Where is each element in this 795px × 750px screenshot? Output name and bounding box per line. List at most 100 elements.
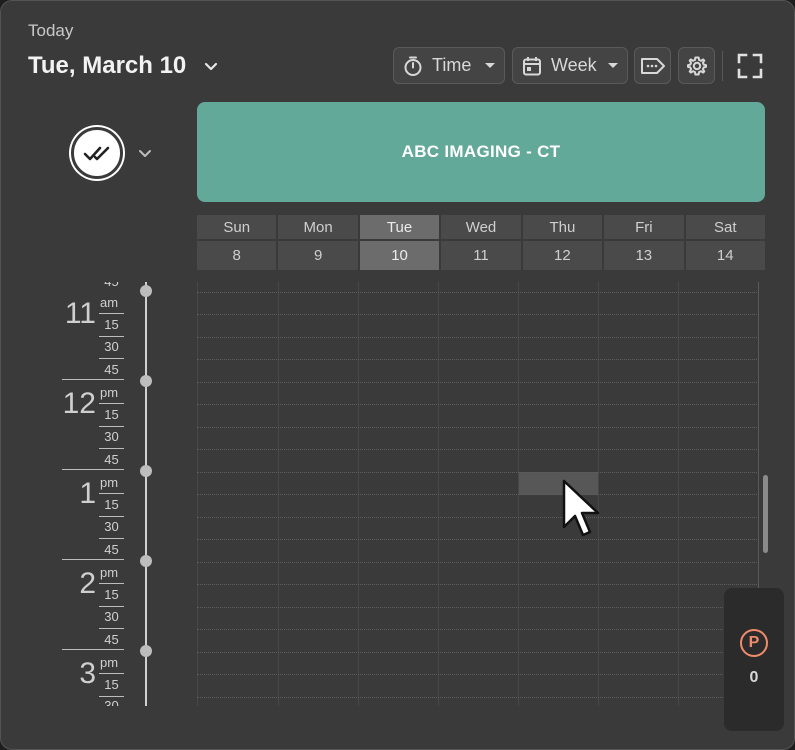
date-title[interactable]: Tue, March 10 [28,52,186,80]
tick-rule [99,673,124,674]
mouse-cursor-icon [562,479,600,537]
hour-rule [62,559,124,560]
ampm-label: pm [100,475,119,490]
gear-icon [686,56,707,75]
minute-label: 45 [104,452,119,467]
resource-header[interactable]: ABC IMAGING - CT [197,102,765,202]
hour-rule [62,379,124,380]
day-column-header-selected[interactable]: Tue 10 [359,215,440,270]
double-check-icon [83,146,110,161]
hour-label: 2 [79,567,96,600]
week-day-header: Sun 8 Mon 9 Tue 10 Wed 11 Thu 12 Fri 13 … [197,215,765,270]
slot-line [197,629,759,630]
minute-label: 30 [104,429,119,444]
minute-label: 15 [104,497,119,512]
chevron-down-icon[interactable] [135,143,155,163]
tick-rule [99,538,124,539]
ampm-label: pm [100,565,119,580]
settings-button[interactable] [678,47,715,84]
slot-line [197,382,759,383]
slot-line [197,697,759,698]
avatar[interactable] [71,127,123,179]
labels-button[interactable] [634,47,671,84]
caret-down-icon [485,62,495,68]
caret-down-icon [608,62,618,68]
pending-count: 0 [749,669,759,686]
hour-dot [140,465,152,477]
day-column-header[interactable]: Wed 11 [441,215,521,270]
hour-label: 1 [79,477,96,510]
today-button[interactable]: Today [28,21,73,41]
week-label: Week [551,55,597,75]
hour-label: 12 [62,387,96,420]
tick-rule [99,583,124,584]
day-name: Mon [278,215,358,241]
day-number: 9 [313,247,323,264]
chevron-down-icon[interactable] [201,57,221,77]
hour-dot [140,555,152,567]
hour-dot [140,375,152,387]
hour-label: 11 [64,297,96,330]
fullscreen-icon[interactable] [737,53,763,79]
day-column-header[interactable]: Sat 14 [685,215,765,270]
slot-line [197,449,759,450]
minute-label: 30 [104,609,119,624]
calendar-panel: Today Tue, March 10 Time Week ABC IMAGIN… [0,0,795,750]
day-name: Sat [685,215,765,241]
slot-line [197,292,759,293]
timer-icon [404,56,422,76]
hour-rule [62,649,124,650]
tick-rule [99,493,124,494]
day-number: 8 [232,247,241,264]
tick-rule [99,426,124,427]
ampm-label: pm [100,385,119,400]
day-number: 13 [635,247,653,264]
slot-line [197,427,759,428]
slot-line [197,562,759,563]
minute-label: 45 [104,542,119,557]
slot-line [197,494,759,495]
ampm-label: am [100,295,119,310]
calendar-icon [523,56,541,75]
vertical-scrollbar[interactable] [763,475,768,553]
minute-label: 15 [104,677,119,692]
slot-line [197,337,759,338]
tick-rule [99,358,124,359]
day-name: Wed [441,215,521,241]
minute-label: 15 [104,587,119,602]
tick-rule [99,606,124,607]
slot-line [197,314,759,315]
day-name: Sun [197,215,277,241]
time-label: Time [432,55,472,75]
day-column-header[interactable]: Sun 8 [197,215,277,270]
toolbar-divider [722,51,723,81]
week-dropdown[interactable]: Week [512,47,628,84]
day-number: 10 [391,247,408,264]
day-number: 12 [554,247,571,264]
day-column-header[interactable]: Fri 13 [604,215,684,270]
minute-label: 30 [104,519,119,534]
tick-rule [99,696,124,697]
slot-line [197,584,759,585]
minute-label: 30 [104,698,119,706]
tick-rule [99,313,124,314]
day-number: 11 [473,247,489,264]
hour-dot [140,645,152,657]
day-column-header[interactable]: Thu 12 [522,215,603,270]
time-dropdown[interactable]: Time [393,47,505,84]
pending-p-icon: P [740,629,768,657]
hour-rule [62,469,124,470]
tick-rule [99,628,124,629]
minute-label: 30 [104,339,119,354]
pending-card[interactable]: P 0 [724,588,784,731]
slot-line [197,472,759,473]
day-column-header[interactable]: Mon 9 [278,215,358,270]
slot-line [197,539,759,540]
time-ruler: 45 11 am 15 30 45 12 pm 15 30 45 1 pm 15… [1,282,197,706]
minute-label: 45 [104,362,119,377]
slot-line [197,404,759,405]
minute-label: 45 [99,282,124,289]
calendar-grid[interactable] [197,282,759,706]
slot-line [197,652,759,653]
day-number: 14 [716,247,734,264]
